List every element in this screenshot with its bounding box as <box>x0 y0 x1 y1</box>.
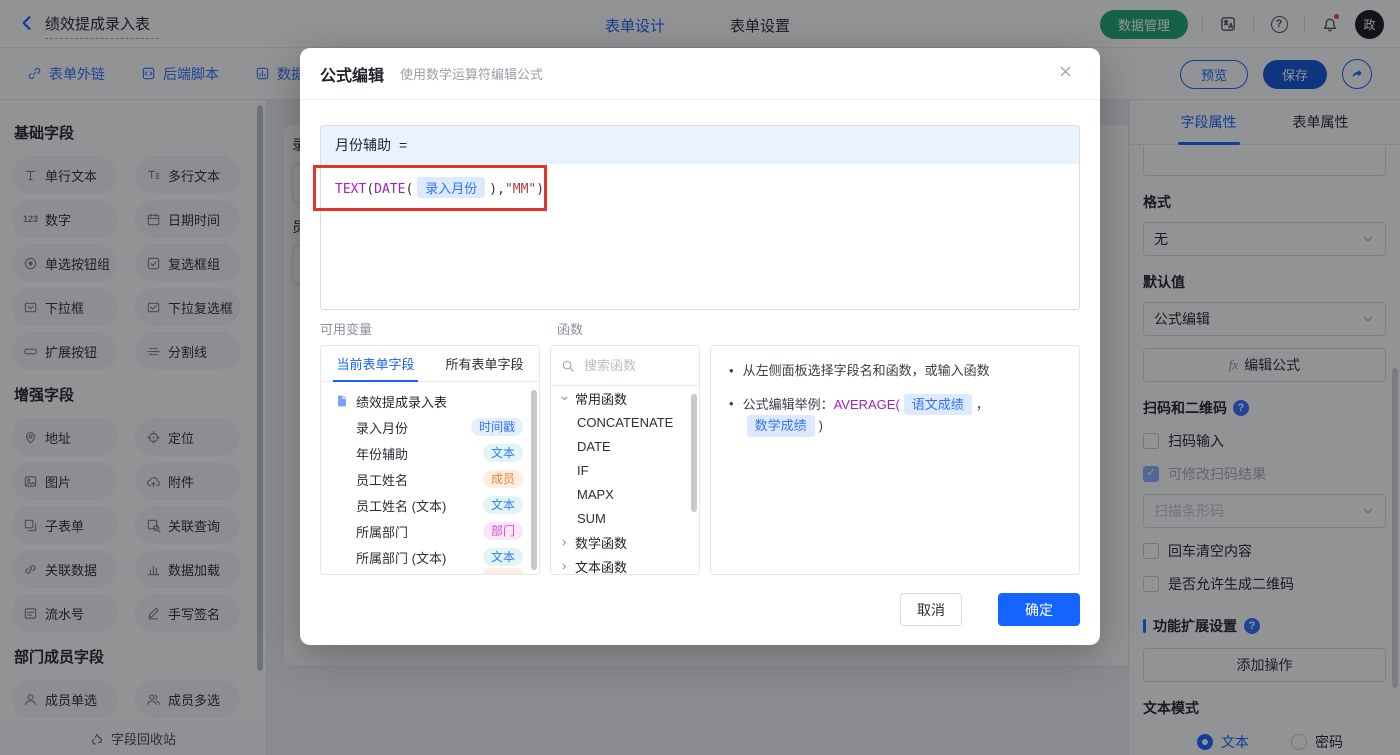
formula-token: "MM" <box>505 182 536 197</box>
modal-subtitle: 使用数学运算符编辑公式 <box>400 64 543 83</box>
formula-target-bar: 月份辅助 = <box>321 126 1079 164</box>
variable-row[interactable]: 所属部门 (文本) 文本 <box>321 544 539 570</box>
function-search <box>551 346 699 386</box>
document-icon <box>335 394 349 408</box>
variables-label: 可用变量 <box>320 319 372 338</box>
function-search-input[interactable] <box>582 357 689 374</box>
functions-scrollbar[interactable] <box>691 394 697 512</box>
formula-token: ( <box>366 182 374 197</box>
formula-token: ) <box>536 182 544 197</box>
hint-example: 公式编辑举例：AVERAGE(语文成绩，数学成绩) <box>743 394 1061 437</box>
caret-icon <box>559 561 570 572</box>
tab-current-form-fields[interactable]: 当前表单字段 <box>321 346 430 381</box>
function-group[interactable]: 常用函数 <box>551 386 699 410</box>
variable-type-tag: 文本 <box>483 444 523 462</box>
function-group-label: 数学函数 <box>575 533 627 552</box>
field-chip: 语文成绩 <box>904 394 972 416</box>
variables-root-node[interactable]: 绩效提成录入表 <box>321 388 539 414</box>
hint-line-1: • 从左侧面板选择字段名和函数，或输入函数 <box>729 361 1061 381</box>
variables-rows: 录入月份时间戳年份辅助文本员工姓名成员员工姓名 (文本)文本所属部门部门所属部门… <box>321 414 539 570</box>
functions-label: 函数 <box>557 319 583 338</box>
variable-name: 员工姓名 (文本) <box>356 496 446 515</box>
formula-equals: = <box>399 137 407 153</box>
variable-name: 所属部门 <box>356 522 408 541</box>
caret-icon <box>559 537 570 548</box>
variable-type-tag: 文本 <box>483 548 523 566</box>
hint-line-2: • 公式编辑举例：AVERAGE(语文成绩，数学成绩) <box>729 394 1061 437</box>
variable-name: 年份辅助 <box>356 444 408 463</box>
variable-row[interactable]: 员工姓名 (文本) 文本 <box>321 492 539 518</box>
function-group[interactable]: 文本函数 <box>551 554 699 575</box>
variable-name: 所属部门 (文本) <box>356 548 446 567</box>
variable-type-tag: 时间戳 <box>471 418 523 436</box>
function-item[interactable]: SUM <box>551 506 699 530</box>
function-group[interactable]: 数学函数 <box>551 530 699 554</box>
function-group-label: 文本函数 <box>575 557 627 576</box>
formula-token: TEXT <box>335 182 366 197</box>
formula-editor: 月份辅助 = TEXT(DATE(录入月份),"MM") <box>320 125 1080 310</box>
modal-footer: 取消 确定 <box>900 593 1080 626</box>
function-item[interactable]: IF <box>551 458 699 482</box>
variables-panel: 当前表单字段 所有表单字段 绩效提成录入表 录入月份时间戳年份辅助文本员工姓名成… <box>320 345 540 575</box>
variable-row[interactable]: 年份辅助 文本 <box>321 440 539 466</box>
functions-tree: 常用函数 CONCATENATEDATEIFMAPXSUM 数学函数文本函数 <box>551 386 699 575</box>
function-item[interactable]: CONCATENATE <box>551 410 699 434</box>
formula-token: DATE <box>374 182 405 197</box>
formula-edit-modal: 公式编辑 使用数学运算符编辑公式 月份辅助 = TEXT(DATE(录入月份),… <box>300 48 1100 645</box>
function-item[interactable]: MAPX <box>551 482 699 506</box>
variable-row[interactable]: 所属部门 部门 <box>321 518 539 544</box>
close-icon[interactable] <box>1058 64 1078 84</box>
field-chip[interactable]: 录入月份 <box>417 177 485 198</box>
formula-target-name: 月份辅助 <box>335 135 391 155</box>
confirm-button[interactable]: 确定 <box>998 593 1080 626</box>
variables-scrollbar[interactable] <box>531 390 537 570</box>
hints-panel: • 从左侧面板选择字段名和函数，或输入函数 • 公式编辑举例：AVERAGE(语… <box>710 345 1080 575</box>
formula-input-area[interactable]: TEXT(DATE(录入月份),"MM") <box>321 164 1079 211</box>
function-item[interactable]: DATE <box>551 434 699 458</box>
variable-name: 员工姓名 <box>356 470 408 489</box>
variable-row[interactable]: 录入月份 时间戳 <box>321 414 539 440</box>
partial-tag <box>483 568 523 575</box>
variable-type-tag: 成员 <box>483 470 523 488</box>
functions-panel: 常用函数 CONCATENATEDATEIFMAPXSUM 数学函数文本函数 <box>550 345 700 575</box>
caret-icon <box>559 393 570 404</box>
function-group-label: 常用函数 <box>575 389 627 408</box>
search-icon <box>561 359 575 373</box>
tab-all-form-fields[interactable]: 所有表单字段 <box>430 346 539 381</box>
field-chip: 数学成绩 <box>747 415 815 437</box>
variables-tree: 绩效提成录入表 录入月份时间戳年份辅助文本员工姓名成员员工姓名 (文本)文本所属… <box>321 382 539 570</box>
modal-header: 公式编辑 使用数学运算符编辑公式 <box>300 48 1100 100</box>
cancel-button[interactable]: 取消 <box>900 593 962 626</box>
variable-row[interactable]: 员工姓名 成员 <box>321 466 539 492</box>
formula-token: ), <box>489 182 505 197</box>
variables-tabs: 当前表单字段 所有表单字段 <box>321 346 539 382</box>
modal-title: 公式编辑 <box>320 62 384 86</box>
app-root: 绩效提成录入表 表单设计 表单设置 数据管理 ? 政 表单外链后端脚本数据权限 … <box>0 0 1400 755</box>
variable-type-tag: 文本 <box>483 496 523 514</box>
variable-name: 录入月份 <box>356 418 408 437</box>
formula-token: ( <box>405 182 413 197</box>
variable-type-tag: 部门 <box>483 522 523 540</box>
